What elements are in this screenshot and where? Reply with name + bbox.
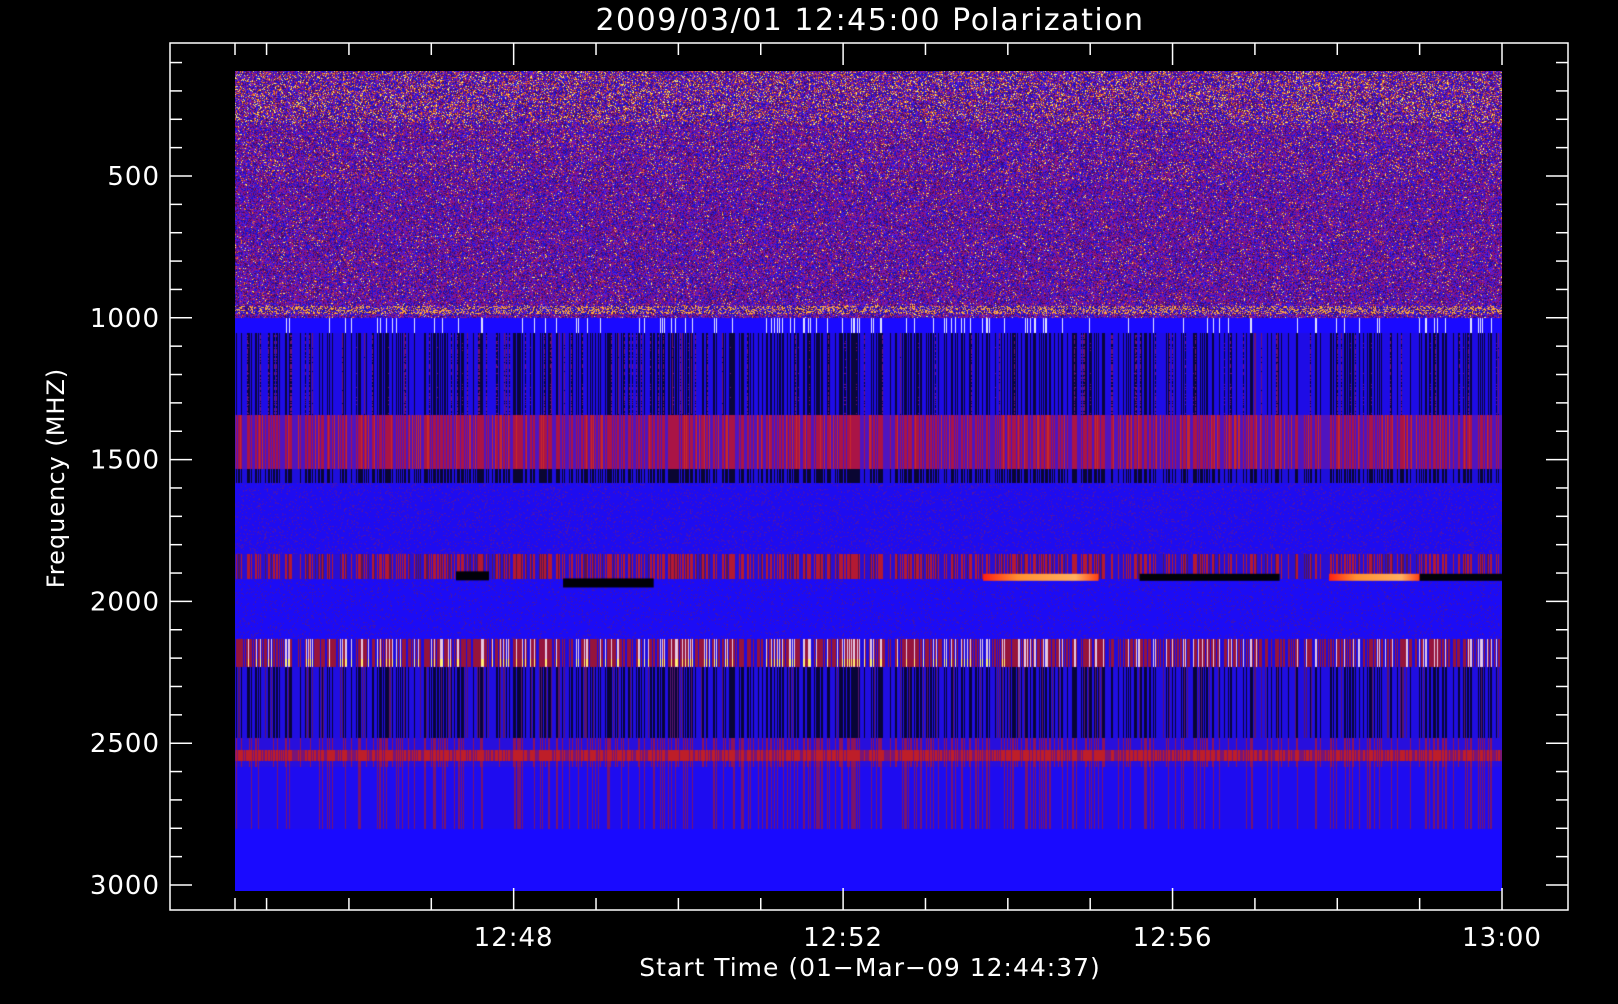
heatmap-plot-area [235, 71, 1502, 891]
y-tick-label: 3000 [90, 871, 160, 901]
x-tick-label: 12:48 [474, 923, 554, 953]
y-tick-label: 500 [107, 162, 160, 192]
chart-title: 2009/03/01 12:45:00 Polarization [595, 3, 1144, 38]
x-tick-label: 12:56 [1133, 923, 1213, 953]
chart-root: 2009/03/01 12:45:00 Polarization Frequen… [0, 0, 1618, 1000]
y-tick-label: 2000 [90, 587, 160, 617]
spectrogram-image [235, 71, 1502, 891]
y-tick-label: 1500 [90, 446, 160, 476]
x-tick-label: 12:52 [803, 923, 883, 953]
y-tick-label: 1000 [90, 304, 160, 334]
spectrogram-chart: 2009/03/01 12:45:00 Polarization Frequen… [42, 3, 1569, 982]
x-axis-label: Start Time (01−Mar−09 12:44:37) [639, 953, 1101, 982]
y-axis-label: Frequency (MHZ) [42, 368, 70, 589]
y-tick-label: 2500 [90, 729, 160, 759]
x-tick-label: 13:00 [1462, 923, 1542, 953]
